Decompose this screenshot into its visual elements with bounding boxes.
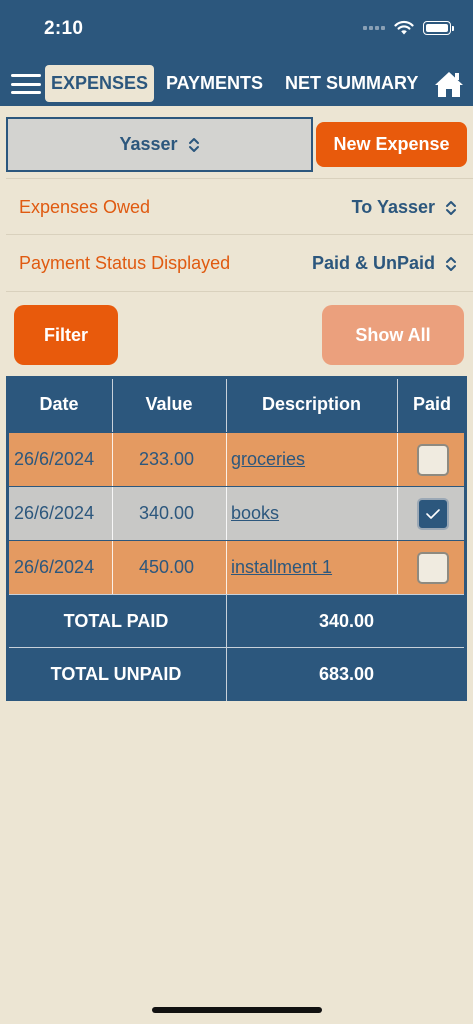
checkmark-icon bbox=[426, 509, 440, 519]
expenses-owed-select[interactable]: To Yasser bbox=[352, 179, 457, 236]
status-time: 2:10 bbox=[44, 18, 84, 39]
row-date: 26/6/2024 bbox=[14, 503, 95, 523]
row-description-link[interactable]: groceries bbox=[231, 433, 305, 486]
header-divider bbox=[112, 379, 113, 432]
total-unpaid-value: 683.00 bbox=[318, 664, 375, 684]
home-icon[interactable] bbox=[434, 70, 464, 98]
row-date: 26/6/2024 bbox=[14, 449, 95, 469]
paid-checkbox[interactable] bbox=[417, 444, 449, 476]
top-bar: 2:10 EXPENSES PAYMENTS NET SUMMARY bbox=[0, 0, 473, 106]
chevron-up-down-icon bbox=[188, 137, 199, 152]
expenses-owed-row: Expenses Owed To Yasser bbox=[6, 178, 473, 235]
payment-status-row: Payment Status Displayed Paid & UnPaid bbox=[6, 235, 473, 292]
total-unpaid-label: TOTAL UNPAID bbox=[50, 664, 182, 684]
row-value: 233.00 bbox=[139, 449, 195, 469]
table-row: 26/6/2024 450.00 installment 1 bbox=[9, 541, 464, 594]
cellular-signal-icon bbox=[363, 25, 385, 30]
payment-status-value: Paid & UnPaid bbox=[311, 253, 435, 273]
row-description-link[interactable]: installment 1 bbox=[231, 541, 332, 594]
chevron-up-down-icon bbox=[446, 256, 456, 271]
payment-status-select[interactable]: Paid & UnPaid bbox=[312, 235, 457, 292]
table-row: 26/6/2024 233.00 groceries bbox=[9, 433, 464, 486]
payment-status-label: Payment Status Displayed bbox=[19, 253, 231, 273]
wifi-icon bbox=[394, 20, 414, 35]
total-paid-value: 340.00 bbox=[318, 610, 375, 631]
expenses-table: Date Value Description Paid 26/6/2024 23… bbox=[6, 376, 467, 701]
show-all-button[interactable]: Show All bbox=[322, 305, 464, 365]
row-value: 340.00 bbox=[139, 503, 195, 523]
column-header-value: Value bbox=[145, 393, 193, 414]
row-description-link[interactable]: books bbox=[231, 487, 279, 540]
person-select-value: Yasser bbox=[119, 134, 178, 154]
column-header-date: Date bbox=[39, 393, 79, 414]
header-divider bbox=[226, 379, 227, 432]
battery-icon bbox=[423, 20, 454, 35]
paid-checkbox[interactable] bbox=[417, 498, 449, 530]
row-value: 450.00 bbox=[139, 557, 195, 577]
row-date: 26/6/2024 bbox=[14, 557, 95, 577]
hamburger-menu-icon[interactable] bbox=[11, 74, 41, 94]
tab-expenses[interactable]: EXPENSES bbox=[45, 65, 155, 102]
filter-button[interactable]: Filter bbox=[14, 305, 118, 365]
expenses-owed-label: Expenses Owed bbox=[19, 197, 151, 217]
column-header-paid: Paid bbox=[412, 393, 451, 414]
expenses-owed-value: To Yasser bbox=[351, 197, 435, 217]
header-divider bbox=[397, 379, 398, 432]
new-expense-button[interactable]: New Expense bbox=[316, 122, 467, 167]
status-icons bbox=[363, 20, 454, 35]
table-row: 26/6/2024 340.00 books bbox=[9, 487, 464, 540]
tab-net-summary[interactable]: NET SUMMARY bbox=[285, 65, 418, 102]
paid-checkbox[interactable] bbox=[417, 552, 449, 584]
home-indicator bbox=[152, 1007, 322, 1013]
column-header-description: Description bbox=[261, 393, 362, 414]
chevron-up-down-icon bbox=[446, 200, 456, 215]
total-paid-label: TOTAL PAID bbox=[63, 610, 169, 631]
tab-payments[interactable]: PAYMENTS bbox=[166, 65, 263, 102]
person-select[interactable]: Yasser bbox=[6, 117, 313, 172]
